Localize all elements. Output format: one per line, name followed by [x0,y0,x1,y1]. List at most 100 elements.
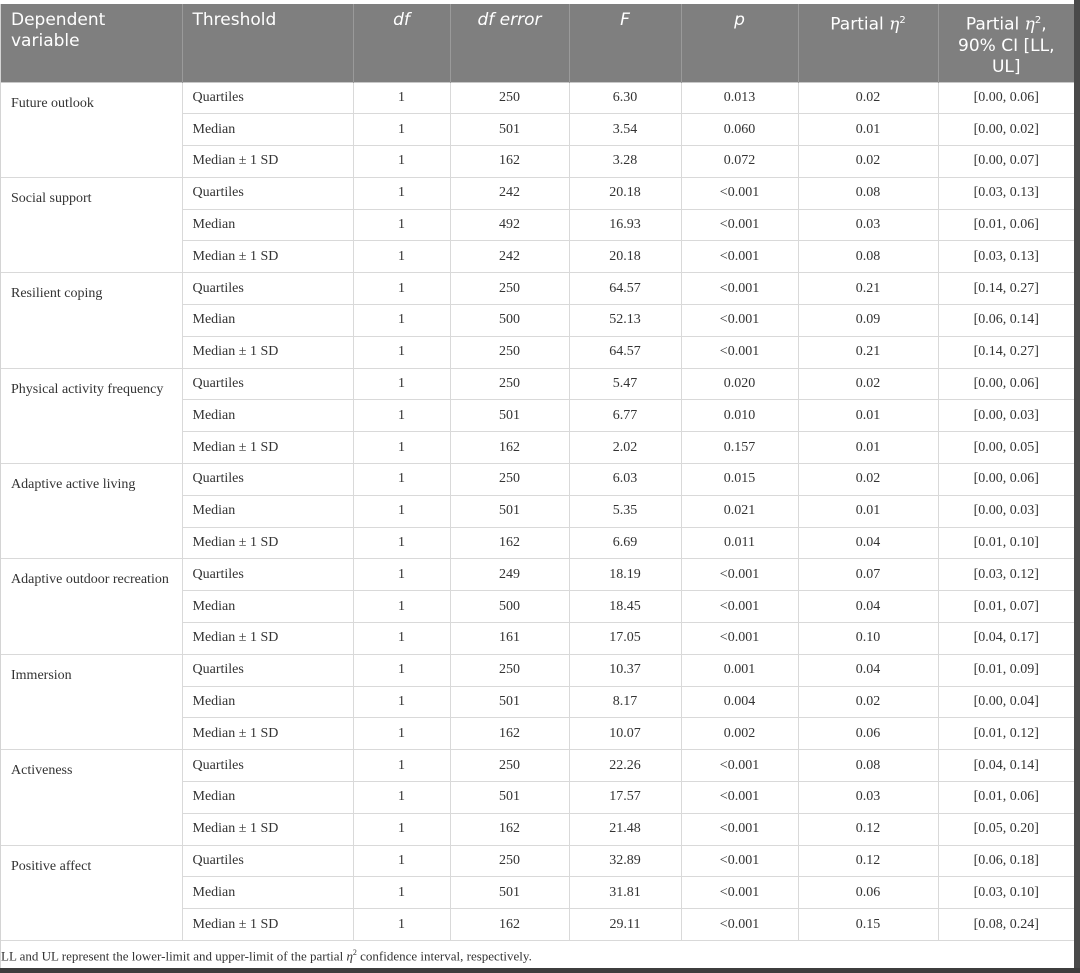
df-cell: 1 [353,304,451,337]
threshold-cell: Quartiles [182,844,354,878]
superscript: 2 [899,15,906,26]
f-cell: 3.28 [569,145,682,178]
eta-symbol: η [1024,14,1035,35]
threshold-cell: Median ± 1 SD [182,717,354,751]
table-row: Positive affect Quartiles 1 250 32.89 <0.001 0… [1,844,1074,942]
f-cell: 18.45 [569,590,682,624]
threshold-cell: Median ± 1 SD [182,431,354,465]
df-error-cell: 250 [450,844,570,878]
threshold-cell: Median ± 1 SD [182,240,354,274]
df-error-cell: 162 [450,813,570,846]
df-cell: 1 [353,527,451,560]
p-cell: <0.001 [681,781,799,814]
p-cell: <0.001 [681,558,799,592]
p-cell: <0.001 [681,176,799,210]
confidence-interval-cell: [0.03, 0.12] [938,558,1074,592]
df-error-cell: 500 [450,304,570,337]
partial-eta-squared-cell: 0.03 [798,781,939,814]
threshold-cell: Quartiles [182,749,354,783]
f-cell: 21.48 [569,813,682,846]
p-cell: 0.010 [681,399,799,433]
df-error-cell: 250 [450,749,570,783]
df-cell: 1 [353,495,451,528]
confidence-interval-cell: [0.14, 0.27] [938,336,1074,369]
confidence-interval-cell: [0.00, 0.02] [938,113,1074,147]
table-row: Physical activity frequency Quartiles 1 250… [1,367,1074,465]
confidence-interval-cell: [0.03, 0.13] [938,176,1074,210]
p-cell: 0.021 [681,495,799,528]
p-cell: 0.020 [681,367,799,401]
confidence-interval-cell: [0.00, 0.07] [938,145,1074,178]
threshold-cell: Median ± 1 SD [182,336,354,369]
p-cell: <0.001 [681,209,799,242]
df-error-cell: 162 [450,145,570,178]
threshold-cell: Median [182,590,354,624]
df-cell: 1 [353,590,451,624]
eta-symbol: η [889,14,900,35]
threshold-cell: Median [182,399,354,433]
confidence-interval-cell: [0.03, 0.10] [938,876,1074,910]
p-cell: <0.001 [681,272,799,306]
f-cell: 20.18 [569,240,682,274]
header-partial-eta-squared: Partial η2 [798,4,939,82]
window-edge-bottom [0,968,1080,973]
df-cell: 1 [353,781,451,814]
df-error-cell: 162 [450,431,570,465]
p-cell: <0.001 [681,813,799,846]
dependent-variable-cell: Immersion [1,653,183,751]
confidence-interval-cell: [0.01, 0.10] [938,527,1074,560]
df-error-cell: 242 [450,176,570,210]
p-cell: 0.013 [681,81,799,115]
df-cell: 1 [353,336,451,369]
f-cell: 31.81 [569,876,682,910]
f-cell: 5.47 [569,367,682,401]
df-error-cell: 250 [450,336,570,369]
f-cell: 3.54 [569,113,682,147]
f-cell: 18.19 [569,558,682,592]
threshold-cell: Quartiles [182,272,354,306]
p-cell: <0.001 [681,622,799,655]
df-error-cell: 500 [450,590,570,624]
threshold-cell: Quartiles [182,558,354,592]
confidence-interval-cell: [0.01, 0.07] [938,590,1074,624]
df-error-cell: 492 [450,209,570,242]
df-error-cell: 501 [450,686,570,719]
table-row: Activeness Quartiles 1 250 22.26 <0.001 0.08 [0… [1,749,1074,846]
partial-eta-squared-cell: 0.02 [798,463,939,496]
df-cell: 1 [353,209,451,242]
df-error-cell: 162 [450,717,570,751]
partial-eta-squared-cell: 0.02 [798,145,939,178]
df-cell: 1 [353,558,451,592]
df-cell: 1 [353,272,451,306]
header-p: p [681,4,799,82]
confidence-interval-cell: [0.01, 0.06] [938,781,1074,814]
df-cell: 1 [353,686,451,719]
df-error-cell: 250 [450,81,570,115]
threshold-cell: Median ± 1 SD [182,145,354,178]
p-cell: <0.001 [681,304,799,337]
dependent-variable-cell: Future outlook [1,81,183,178]
footnote-text-end: confidence interval, respectively. [356,948,532,964]
dependent-variable-cell: Social support [1,176,183,274]
dependent-variable-cell: Adaptive active living [1,463,183,560]
p-cell: <0.001 [681,336,799,369]
df-cell: 1 [353,113,451,147]
partial-eta-squared-cell: 0.06 [798,717,939,751]
f-cell: 10.37 [569,653,682,687]
f-cell: 17.57 [569,781,682,814]
dependent-variable-cell: Physical activity frequency [1,367,183,465]
confidence-interval-cell: [0.04, 0.14] [938,749,1074,783]
header-partial-eta-squared-ci: Partial η2, 90% CI [LL, UL] [938,4,1074,82]
df-error-cell: 501 [450,113,570,147]
df-error-cell: 501 [450,399,570,433]
f-cell: 2.02 [569,431,682,465]
dependent-variable-cell: Resilient coping [1,272,183,369]
table-footnote: LL and UL represent the lower-limit and … [1,941,1075,969]
partial-eta-squared-cell: 0.03 [798,209,939,242]
df-error-cell: 249 [450,558,570,592]
threshold-cell: Median ± 1 SD [182,622,354,655]
p-cell: <0.001 [681,876,799,910]
df-cell: 1 [353,653,451,687]
p-cell: 0.060 [681,113,799,147]
df-cell: 1 [353,81,451,115]
